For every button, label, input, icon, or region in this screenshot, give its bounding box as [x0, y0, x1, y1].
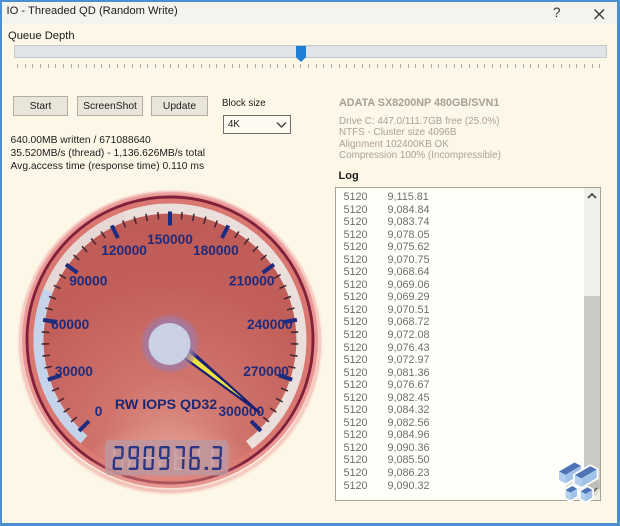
- svg-text:90000: 90000: [69, 273, 107, 288]
- svg-text:120000: 120000: [101, 243, 147, 258]
- svg-text:150000: 150000: [147, 232, 193, 247]
- svg-text:300000: 300000: [219, 404, 265, 419]
- svg-text:270000: 270000: [243, 364, 289, 379]
- svg-text:210000: 210000: [229, 273, 275, 288]
- svg-text:240000: 240000: [247, 317, 293, 332]
- svg-text:30000: 30000: [55, 364, 93, 379]
- svg-text:180000: 180000: [193, 243, 239, 258]
- svg-text:0: 0: [95, 404, 103, 419]
- svg-text:RW IOPS QD32: RW IOPS QD32: [115, 397, 217, 413]
- svg-text:60000: 60000: [51, 317, 89, 332]
